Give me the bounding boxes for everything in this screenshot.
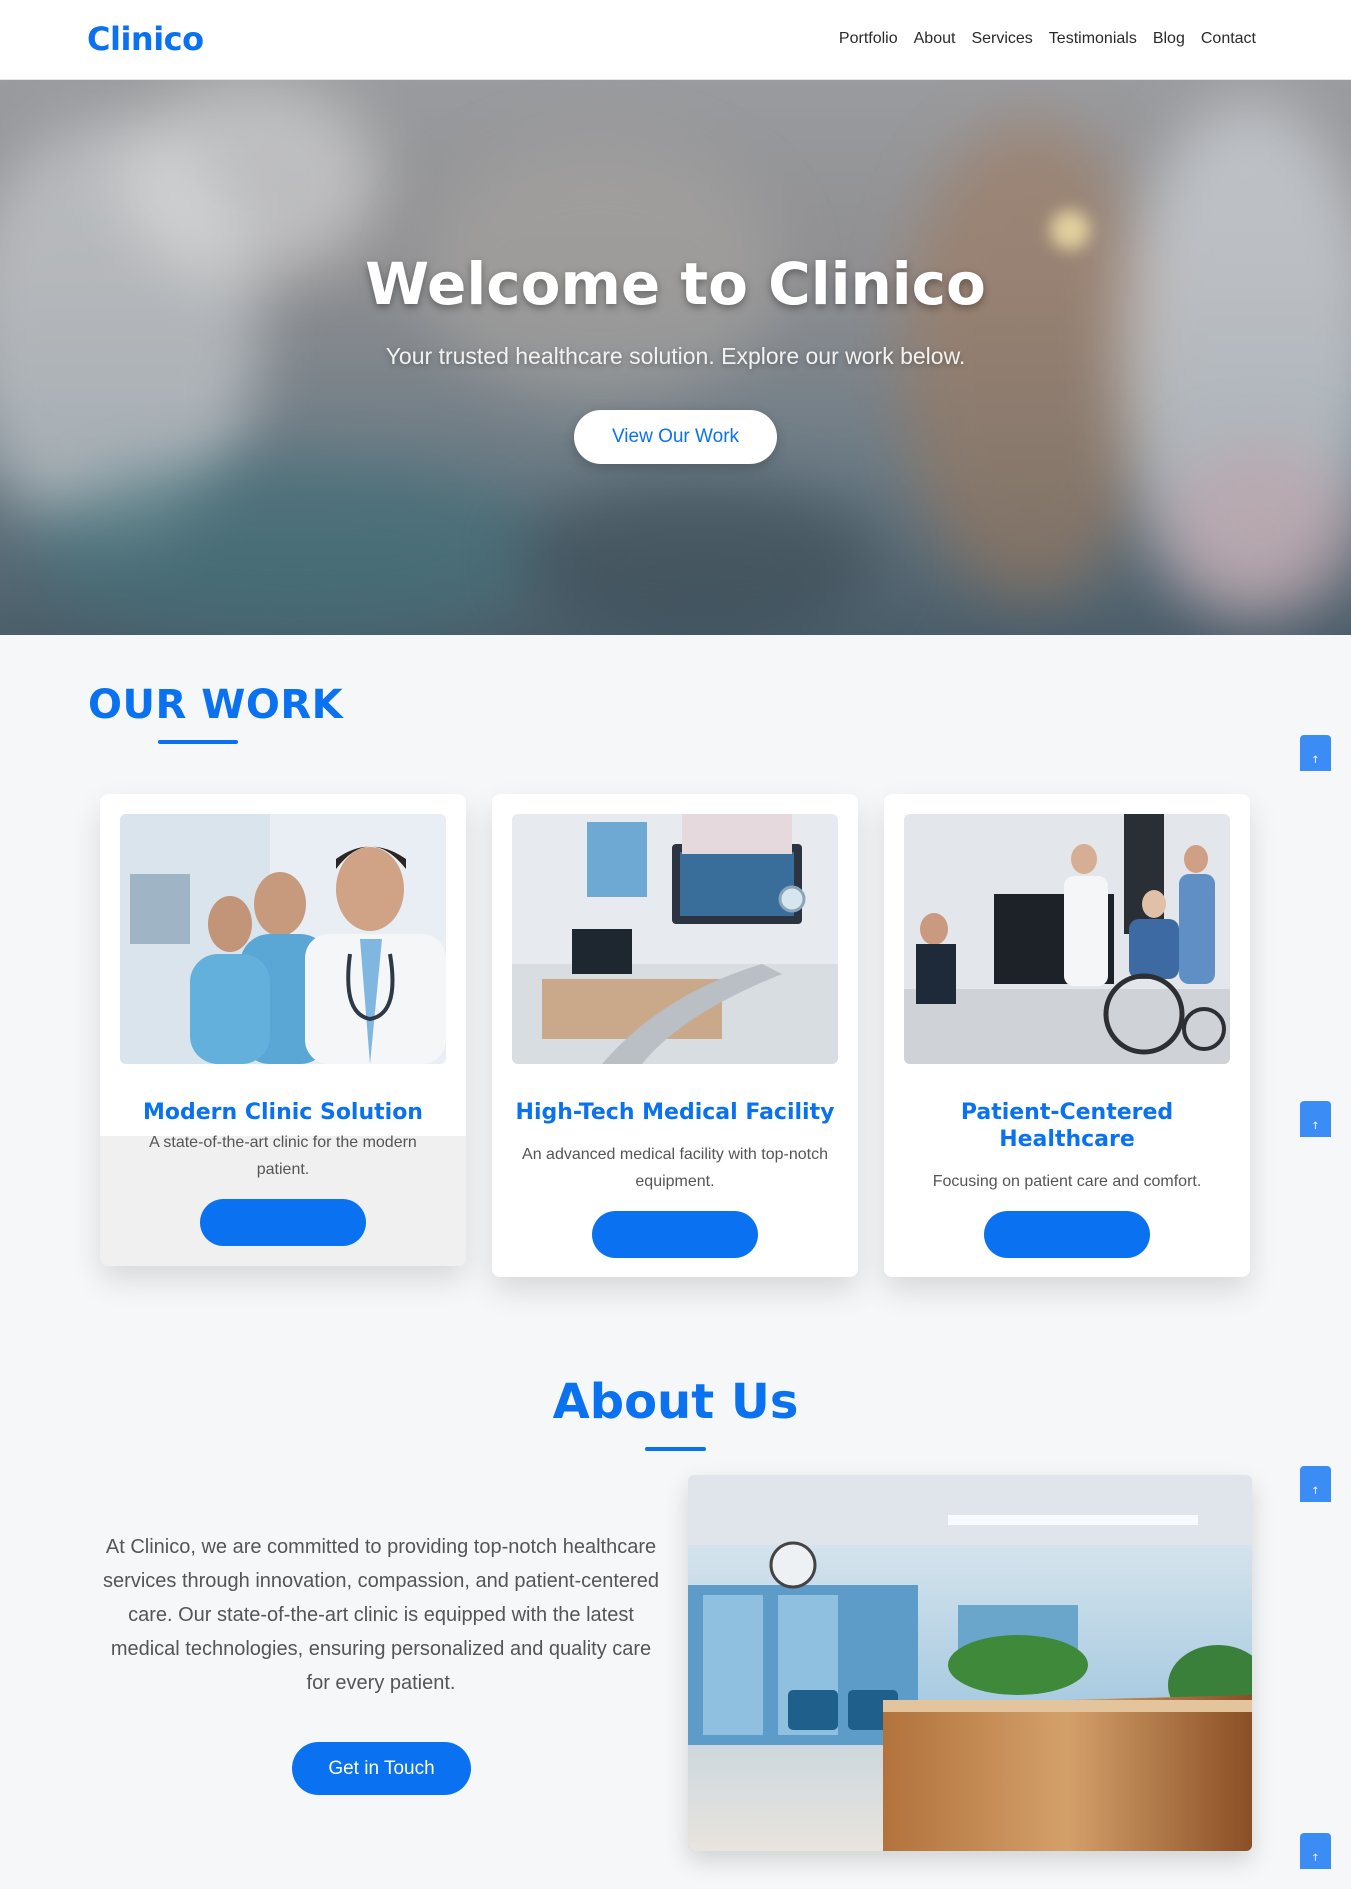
main-nav: Portfolio About Services Testimonials Bl… [839,30,1256,48]
work-card: Modern Clinic Solution A state-of-the-ar… [100,794,466,1266]
about-description: At Clinico, we are committed to providin… [103,1536,659,1694]
hero-subtitle: Your trusted healthcare solution. Explor… [385,343,966,369]
about-us-heading: About Us [552,1374,799,1430]
get-in-touch-button[interactable]: Get in Touch [292,1742,471,1795]
clinic-interior-image [688,1475,1252,1851]
scroll-to-top-button[interactable]: ↑ [1300,735,1331,771]
section-divider [645,1447,706,1451]
work-card-description: Focusing on patient care and comfort. [932,1173,1202,1190]
site-logo[interactable]: Clinico [87,20,204,58]
scroll-to-top-button[interactable]: ↑ [1300,1833,1331,1869]
hero-title: Welcome to Clinico [365,250,986,318]
work-card-title: Modern Clinic Solution [143,1100,423,1125]
hero-section: Welcome to Clinico Your trusted healthca… [0,80,1351,635]
nav-link-blog[interactable]: Blog [1153,30,1185,48]
nav-link-about[interactable]: About [914,30,956,48]
our-work-heading: OUR WORK [88,682,344,728]
view-our-work-button[interactable]: View Our Work [574,410,777,464]
section-divider [158,740,238,744]
nav-link-testimonials[interactable]: Testimonials [1049,30,1137,48]
work-card-button[interactable] [984,1211,1150,1258]
nav-link-contact[interactable]: Contact [1201,30,1256,48]
work-card-button[interactable] [592,1211,758,1258]
work-card-description: A state-of-the-art clinic for the modern… [149,1134,417,1178]
work-card-title: High-Tech Medical Facility [515,1100,835,1125]
scroll-to-top-button[interactable]: ↑ [1300,1101,1331,1137]
nav-link-services[interactable]: Services [971,30,1032,48]
reception-area-image [904,814,1230,1064]
work-card-title: Patient-Centered Healthcare [960,1100,1174,1152]
dental-equipment-image [512,814,838,1064]
nav-link-portfolio[interactable]: Portfolio [839,30,898,48]
work-card: High-Tech Medical Facility An advanced m… [492,794,858,1277]
work-card-description: An advanced medical facility with top-no… [522,1146,828,1190]
work-card-button[interactable] [200,1199,366,1246]
site-header: Clinico Portfolio About Services Testimo… [0,0,1351,80]
work-card: Patient-Centered Healthcare Focusing on … [884,794,1250,1277]
doctor-image [120,814,446,1064]
scroll-to-top-button[interactable]: ↑ [1300,1466,1331,1502]
